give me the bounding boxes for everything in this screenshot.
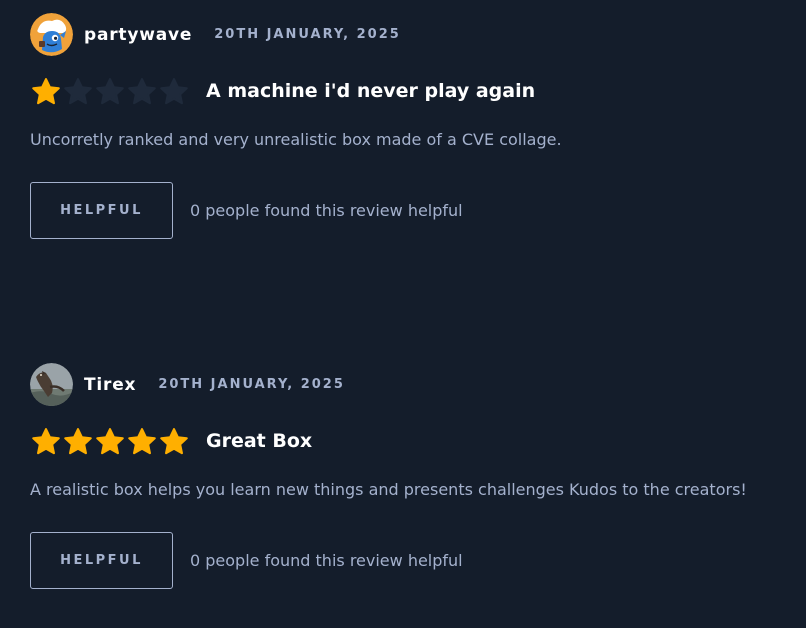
review-date: 20TH JANUARY, 2025	[214, 27, 401, 42]
helpful-row: HELPFUL 0 people found this review helpf…	[30, 182, 790, 239]
star-empty-icon	[126, 76, 158, 106]
cartoon-dragon-avatar-icon	[30, 13, 73, 56]
reviews-list: partywave 20TH JANUARY, 2025 A machine i…	[0, 0, 806, 628]
helpful-count-text: 0 people found this review helpful	[190, 551, 463, 570]
review-title: A machine i'd never play again	[206, 80, 536, 102]
helpful-button[interactable]: HELPFUL	[30, 182, 173, 239]
star-rating	[30, 76, 190, 106]
user-avatar[interactable]	[30, 363, 73, 406]
helpful-row: HELPFUL 0 people found this review helpf…	[30, 532, 790, 589]
star-empty-icon	[158, 76, 190, 106]
helpful-button[interactable]: HELPFUL	[30, 532, 173, 589]
star-filled-icon	[62, 426, 94, 456]
star-filled-icon	[158, 426, 190, 456]
user-avatar[interactable]	[30, 13, 73, 56]
review-title: Great Box	[206, 430, 313, 452]
star-filled-icon	[30, 426, 62, 456]
dinosaur-photo-avatar-icon	[30, 363, 73, 406]
review-body: A realistic box helps you learn new thin…	[30, 480, 747, 499]
review-date: 20TH JANUARY, 2025	[158, 377, 345, 392]
star-empty-icon	[62, 76, 94, 106]
star-filled-icon	[94, 426, 126, 456]
rating-row: A machine i'd never play again	[30, 71, 790, 111]
star-filled-icon	[126, 426, 158, 456]
helpful-count-text: 0 people found this review helpful	[190, 201, 463, 220]
reviewer-username[interactable]: Tirex	[84, 375, 136, 395]
reviewer-header: partywave 20TH JANUARY, 2025	[30, 13, 790, 56]
reviewer-header: Tirex 20TH JANUARY, 2025	[30, 363, 790, 406]
star-rating	[30, 426, 190, 456]
star-empty-icon	[94, 76, 126, 106]
rating-row: Great Box	[30, 421, 790, 461]
review-card: Tirex 20TH JANUARY, 2025 Great Box A rea…	[30, 363, 790, 589]
star-filled-icon	[30, 76, 62, 106]
reviewer-username[interactable]: partywave	[84, 25, 192, 45]
review-body: Uncorretly ranked and very unrealistic b…	[30, 130, 562, 149]
review-card: partywave 20TH JANUARY, 2025 A machine i…	[30, 13, 790, 239]
